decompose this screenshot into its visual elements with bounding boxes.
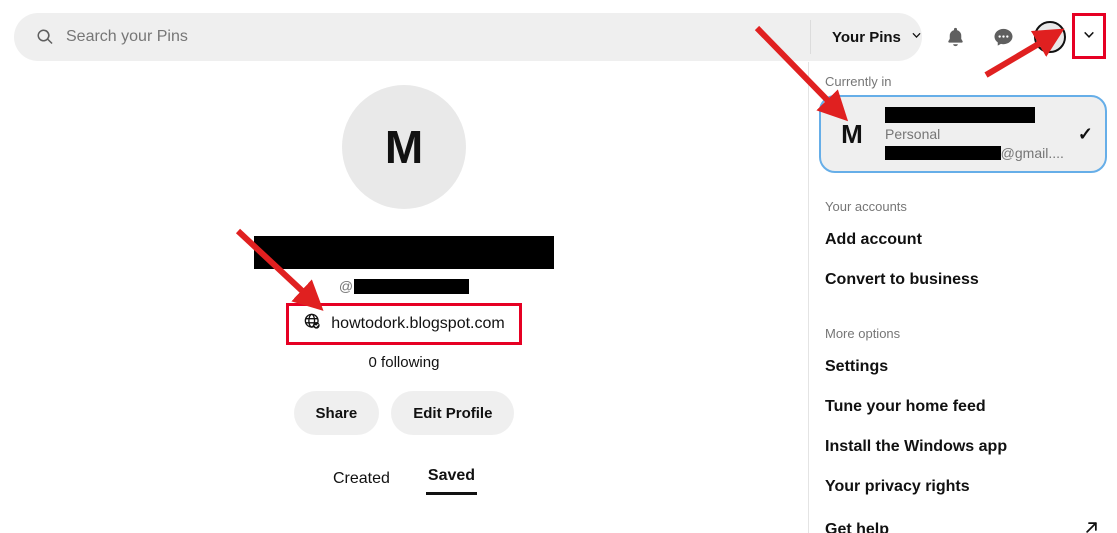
menu-item-tune-home-feed[interactable]: Tune your home feed (809, 387, 1117, 427)
menu-item-convert-to-business[interactable]: Convert to business (809, 260, 1117, 300)
tab-created[interactable]: Created (331, 470, 392, 495)
share-button[interactable]: Share (293, 391, 380, 435)
messages-button[interactable] (982, 18, 1024, 60)
menu-item-get-help[interactable]: Get help (809, 507, 1117, 533)
your-accounts-label: Your accounts (825, 199, 907, 214)
your-pins-selector[interactable]: Your Pins (820, 21, 934, 53)
profile-display-name-redacted (254, 236, 554, 269)
search-icon (36, 28, 54, 46)
profile-handle: @ (338, 278, 470, 294)
tab-saved[interactable]: Saved (425, 467, 478, 495)
profile-tabs: Created Saved (331, 467, 478, 495)
bell-icon (944, 26, 967, 52)
profile-avatar-initial: M (384, 121, 424, 173)
external-link-icon (1082, 518, 1101, 533)
account-name-redacted (885, 107, 1035, 123)
search-bar[interactable] (14, 13, 922, 61)
account-avatar-initial: M (841, 118, 863, 149)
chat-bubble-icon (992, 26, 1015, 52)
menu-item-label: Install the Windows app (825, 438, 1008, 455)
menu-item-label: Tune your home feed (825, 398, 986, 415)
currently-in-label: Currently in (825, 74, 892, 89)
more-options-label: More options (825, 326, 901, 341)
account-type: Personal (885, 126, 941, 142)
menu-item-settings[interactable]: Settings (809, 347, 1117, 387)
account-email: @gmail.... (885, 145, 1064, 161)
menu-item-label: Convert to business (825, 271, 979, 288)
account-email-suffix: @gmail.... (1000, 145, 1064, 161)
profile-actions: Share Edit Profile (293, 391, 515, 435)
handle-prefix: @ (338, 278, 354, 294)
chevron-down-icon (1080, 26, 1098, 47)
profile-website-link[interactable]: howtodork.blogspot.com (286, 303, 522, 345)
menu-item-install-windows-app[interactable]: Install the Windows app (809, 427, 1117, 467)
checkmark-icon: ✓ (1077, 123, 1093, 144)
menu-item-label: Get help (825, 521, 890, 533)
notifications-button[interactable] (934, 18, 976, 60)
edit-profile-button[interactable]: Edit Profile (391, 391, 515, 435)
menu-item-your-privacy-rights[interactable]: Your privacy rights (809, 467, 1117, 507)
profile-handle-redacted (354, 278, 470, 294)
menu-item-label: Settings (825, 358, 889, 375)
menu-item-label: Your privacy rights (825, 478, 970, 495)
profile-section: M @ howtodork.blogspot.com 0 following S… (0, 74, 808, 533)
website-url-text: howtodork.blogspot.com (331, 315, 505, 332)
account-email-redacted (885, 146, 1001, 160)
header-avatar[interactable]: M (1034, 21, 1066, 53)
current-account-card[interactable]: M Personal @gmail.... ✓ (819, 95, 1107, 173)
chevron-down-icon (909, 28, 924, 47)
avatar-initial: M (1045, 30, 1055, 44)
account-info: Personal @gmail.... (885, 107, 1064, 161)
account-dropdown-menu: Currently in M Personal @gmail.... ✓ You… (808, 62, 1117, 533)
account-menu-chevron-button[interactable] (1072, 13, 1106, 59)
globe-verified-icon (303, 312, 322, 336)
profile-avatar: M (342, 85, 466, 209)
your-pins-label: Your Pins (832, 28, 901, 46)
header-divider (810, 20, 811, 54)
menu-item-add-account[interactable]: Add account (809, 220, 1117, 260)
following-count[interactable]: 0 following (369, 354, 440, 371)
menu-item-label: Add account (825, 231, 922, 248)
search-input[interactable] (66, 14, 922, 60)
pinterest-profile-page: Your Pins (0, 0, 1117, 533)
